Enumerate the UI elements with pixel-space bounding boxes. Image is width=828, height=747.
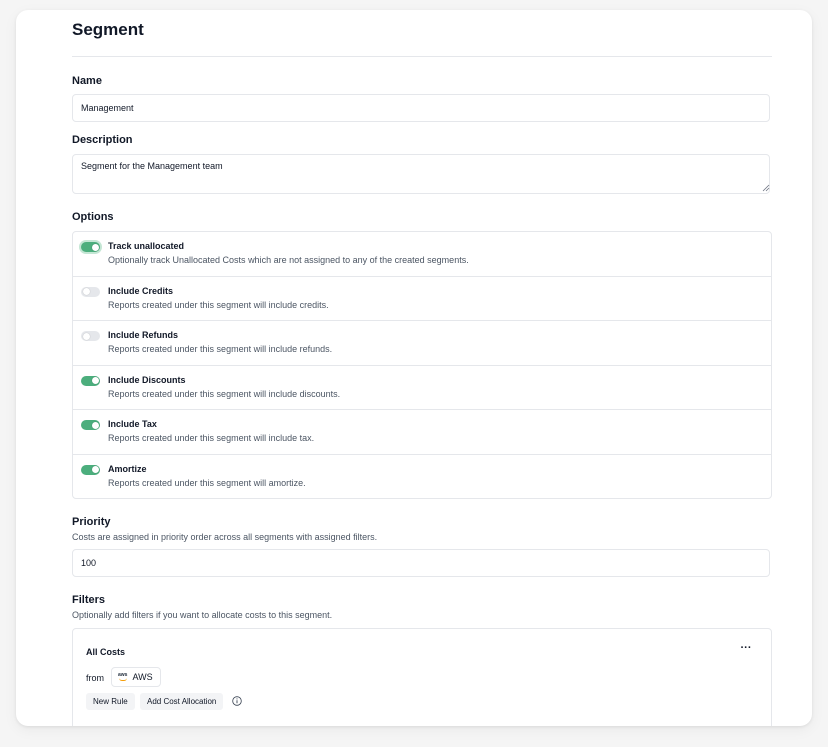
option-description: Reports created under this segment will … — [108, 477, 306, 488]
filters-label: Filters — [72, 594, 106, 606]
provider-label: AWS — [132, 672, 153, 682]
page-title: Segment — [72, 20, 144, 39]
from-label: from — [86, 673, 104, 683]
options-list: Track unallocated Optionally track Unall… — [72, 231, 772, 499]
option-track-unallocated: Track unallocated Optionally track Unall… — [73, 232, 771, 277]
filter-group-title: All Costs — [86, 647, 126, 657]
segment-card: Segment Name Description Options Track u… — [16, 10, 812, 726]
toggle-knob — [91, 243, 99, 251]
description-textarea[interactable] — [72, 154, 770, 194]
name-label: Name — [72, 75, 102, 87]
title-divider — [72, 56, 772, 57]
add-cost-allocation-button[interactable]: Add Cost Allocation — [140, 693, 224, 710]
option-description: Reports created under this segment will … — [108, 299, 329, 310]
option-include-refunds: Include Refunds Reports created under th… — [73, 321, 771, 366]
info-icon[interactable] — [232, 696, 242, 706]
filters-hint: Optionally add filters if you want to al… — [72, 610, 333, 620]
track-unallocated-toggle[interactable] — [81, 242, 100, 252]
amortize-toggle[interactable] — [81, 464, 100, 475]
option-description: Reports created under this segment will … — [108, 433, 315, 444]
toggle-knob — [82, 332, 90, 340]
toggle-knob — [91, 466, 99, 474]
option-title: Track unallocated — [108, 241, 185, 251]
filter-group: All Costs ··· from aws AWS New Rule Add … — [72, 628, 772, 726]
name-input[interactable] — [72, 94, 770, 122]
more-options-icon[interactable]: ··· — [738, 643, 754, 657]
toggle-knob — [91, 421, 99, 429]
option-title: Include Tax — [108, 419, 157, 430]
description-label: Description — [72, 134, 133, 146]
include-credits-toggle[interactable] — [81, 286, 100, 297]
include-discounts-toggle[interactable] — [81, 375, 100, 386]
priority-hint: Costs are assigned in priority order acr… — [72, 532, 378, 542]
option-description: Reports created under this segment will … — [108, 388, 341, 399]
include-tax-toggle[interactable] — [81, 420, 100, 431]
option-title: Include Credits — [108, 285, 174, 296]
priority-label: Priority — [72, 516, 111, 528]
include-refunds-toggle[interactable] — [81, 331, 100, 342]
option-title: Include Discounts — [108, 374, 186, 385]
option-title: Include Refunds — [108, 330, 179, 341]
option-include-discounts: Include Discounts Reports created under … — [73, 366, 771, 411]
option-title: Amortize — [108, 463, 147, 474]
new-rule-button[interactable]: New Rule — [86, 693, 135, 710]
option-amortize: Amortize Reports created under this segm… — [73, 455, 771, 500]
options-label: Options — [72, 211, 114, 223]
toggle-knob — [82, 288, 90, 296]
option-description: Reports created under this segment will … — [108, 344, 333, 355]
priority-input[interactable] — [72, 549, 770, 577]
toggle-knob — [91, 377, 99, 385]
option-include-credits: Include Credits Reports created under th… — [73, 277, 771, 322]
resize-grip-icon[interactable] — [762, 184, 770, 192]
aws-logo-icon: aws — [118, 673, 127, 681]
provider-chip[interactable]: aws AWS — [111, 667, 161, 687]
option-description: Optionally track Unallocated Costs which… — [108, 255, 469, 265]
option-include-tax: Include Tax Reports created under this s… — [73, 410, 771, 455]
